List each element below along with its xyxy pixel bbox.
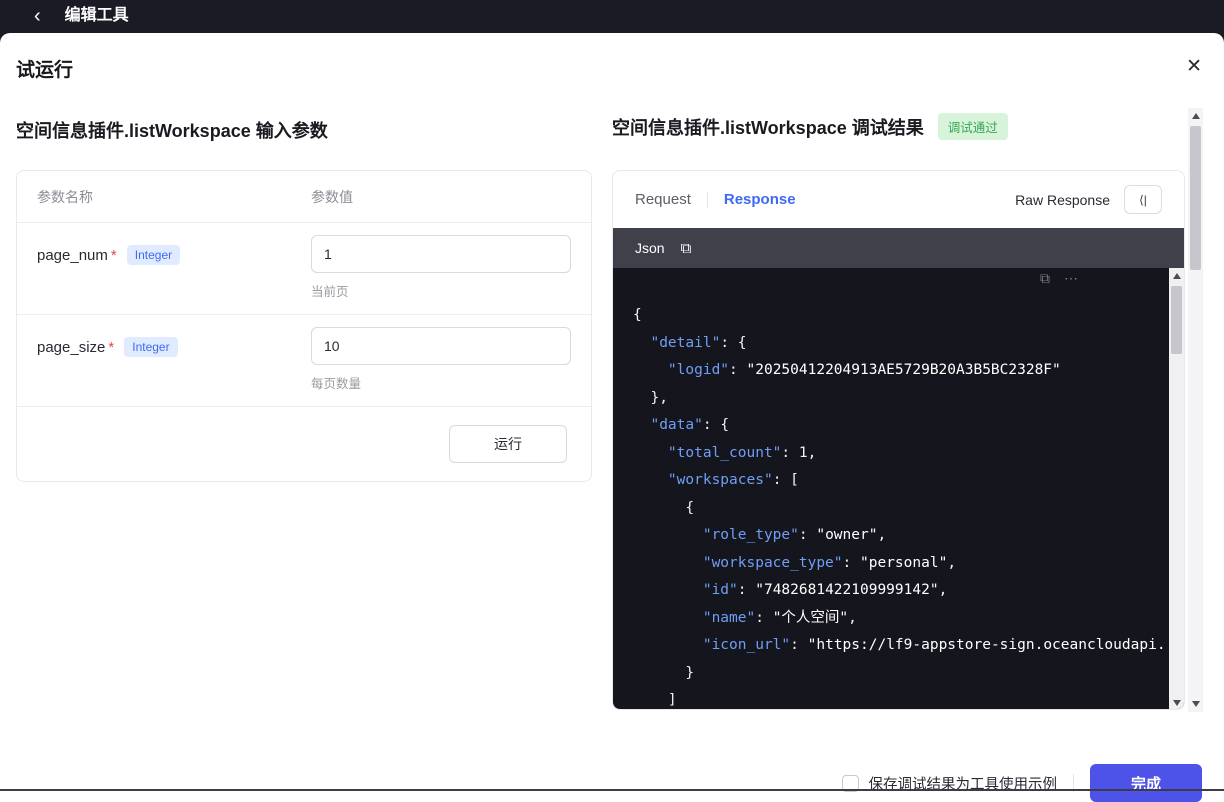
param-name-header: 参数名称	[37, 188, 93, 205]
page-size-input[interactable]	[311, 327, 571, 365]
tab-divider	[706, 191, 708, 208]
input-section-title: 空间信息插件.listWorkspace 输入参数	[16, 121, 328, 141]
modal-scrollbar-thumb[interactable]	[1190, 126, 1201, 270]
code-line: "icon_url": "https://lf9-appstore-sign.o…	[702, 637, 1166, 653]
test-run-modal: 试运行 ✕ 空间信息插件.listWorkspace 输入参数 空间信息插件.l…	[0, 33, 1224, 802]
param-name: page_num	[37, 246, 108, 264]
code-line: "workspaces": [	[667, 472, 799, 488]
param-label-group: page_num * Integer	[37, 235, 311, 265]
page-num-input[interactable]	[311, 235, 571, 273]
param-table-header: 参数名称 参数值	[17, 171, 591, 223]
required-mark: *	[110, 246, 117, 264]
param-value-group: 每页数量	[311, 327, 571, 392]
code-scrollbar[interactable]	[1169, 268, 1184, 709]
json-code[interactable]: { "detail": { "logid": "20250412204913AE…	[613, 268, 1184, 709]
code-line: "logid": "20250412204913AE5729B20A3B5BC2…	[667, 362, 1061, 378]
param-value-group: 当前页	[311, 235, 571, 300]
code-scrollbar-down-icon[interactable]	[1169, 695, 1184, 709]
code-line: "total_count": 1,	[667, 444, 817, 461]
debug-result-panel: Request Response Raw Response ⟨| Json ⧉ …	[612, 170, 1185, 710]
required-mark: *	[108, 338, 115, 356]
code-line: "id": "7482681422109999142",	[702, 582, 948, 598]
back-icon[interactable]: ‹	[34, 4, 41, 28]
copy-icon[interactable]: ⧉	[681, 240, 692, 257]
param-hint: 每页数量	[311, 377, 362, 391]
code-line: "detail": {	[650, 334, 747, 351]
param-row-page-num: page_num * Integer 当前页	[17, 223, 591, 315]
ellipsis-icon: ⋯	[1064, 270, 1078, 286]
collapse-panel-button[interactable]: ⟨|	[1124, 185, 1162, 214]
result-section-header: 空间信息插件.listWorkspace 调试结果 调试通过	[612, 113, 1008, 140]
code-line: "role_type": "owner",	[702, 527, 887, 543]
done-button[interactable]: 完成	[1090, 764, 1202, 802]
param-row-page-size: page_size * Integer 每页数量	[17, 315, 591, 407]
run-button[interactable]: 运行	[449, 425, 567, 463]
param-value-header: 参数值	[311, 188, 353, 205]
collapse-icon: ⟨|	[1139, 192, 1147, 207]
param-label-group: page_size * Integer	[37, 327, 311, 357]
status-badge: 调试通过	[937, 113, 1008, 140]
run-row: 运行	[17, 407, 591, 481]
modal-scrollbar[interactable]	[1188, 108, 1203, 712]
raw-response-label: Raw Response	[1015, 191, 1110, 208]
scrolled-toolbar-remnant: ⧉ ⋯	[1040, 270, 1078, 287]
code-line: "data": {	[650, 417, 730, 433]
code-line: "workspace_type": "personal",	[702, 554, 957, 571]
code-line: }	[633, 664, 695, 681]
result-section-title: 空间信息插件.listWorkspace 调试结果	[612, 117, 924, 138]
code-line: {	[633, 307, 642, 323]
json-viewer-toolbar: Json ⧉	[613, 228, 1184, 268]
code-line: ]	[633, 692, 677, 708]
type-badge: Integer	[126, 245, 181, 265]
tab-request[interactable]: Request	[635, 191, 691, 208]
result-tabs: Request Response Raw Response ⟨|	[613, 171, 1184, 228]
code-line: "name": "个人空间",	[702, 609, 857, 626]
topbar-title: 编辑工具	[64, 7, 129, 24]
modal-title: 试运行	[16, 60, 74, 81]
input-params-panel: 参数名称 参数值 page_num * Integer 当前页 page_siz…	[16, 170, 592, 482]
copy-icon: ⧉	[1040, 270, 1050, 286]
modal-scrollbar-up-icon[interactable]	[1188, 108, 1203, 124]
code-scrollbar-thumb[interactable]	[1171, 286, 1182, 354]
code-scrollbar-up-icon[interactable]	[1169, 268, 1184, 284]
modal-scrollbar-down-icon[interactable]	[1188, 696, 1203, 712]
modal-footer: 保存调试结果为工具使用示例 完成	[841, 764, 1202, 802]
type-badge: Integer	[124, 337, 178, 357]
format-label: Json	[635, 240, 665, 256]
code-line: {	[633, 499, 695, 516]
param-hint: 当前页	[311, 285, 349, 299]
param-name: page_size	[37, 338, 106, 356]
code-line: },	[633, 389, 668, 406]
close-icon[interactable]: ✕	[1186, 55, 1202, 78]
tab-response[interactable]: Response	[724, 191, 796, 208]
